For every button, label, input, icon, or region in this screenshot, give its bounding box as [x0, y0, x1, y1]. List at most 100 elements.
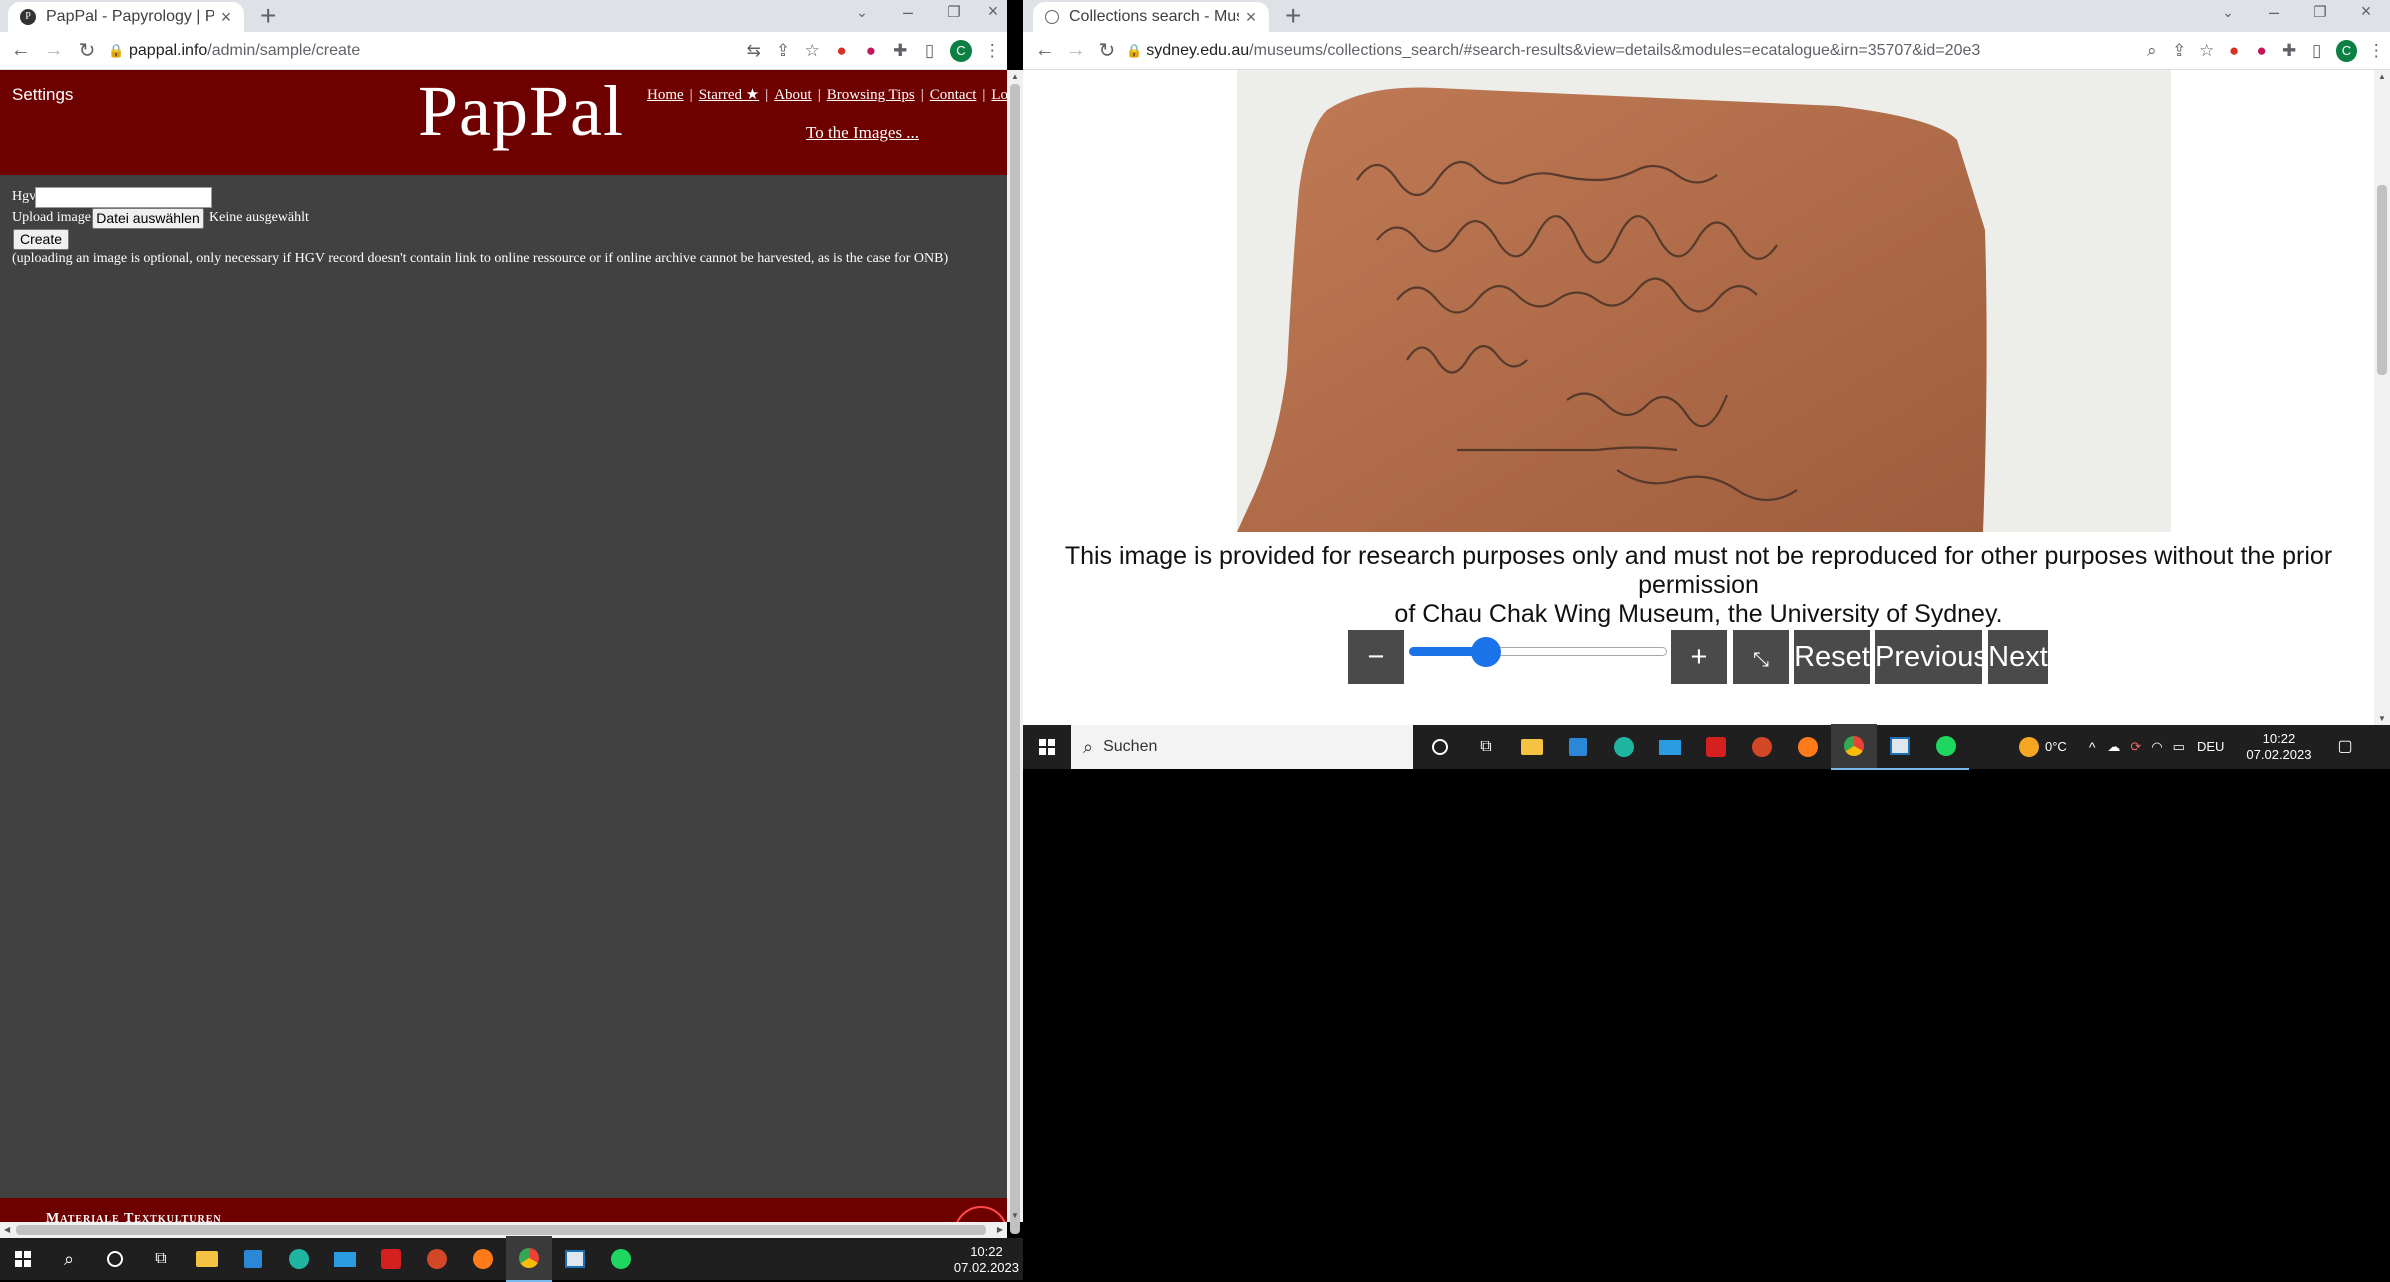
- store-icon[interactable]: [230, 1236, 276, 1282]
- profile-avatar[interactable]: C: [2336, 39, 2357, 62]
- minimize-button[interactable]: –: [888, 2, 928, 23]
- zoom-icon[interactable]: ⌕: [2138, 41, 2165, 61]
- second-clock[interactable]: 10:22 07.02.2023: [2246, 731, 2311, 763]
- back-icon[interactable]: ←: [4, 39, 37, 62]
- close-window-button[interactable]: ×: [980, 1, 1006, 22]
- tab-search-icon[interactable]: ⌄: [2208, 4, 2248, 21]
- right-vertical-scrollbar[interactable]: ▲ ▼: [2374, 70, 2390, 725]
- menu-dots-icon[interactable]: ⋮: [2363, 41, 2390, 61]
- close-window-button[interactable]: ×: [2346, 1, 2386, 22]
- search-icon[interactable]: ⌕: [46, 1236, 92, 1282]
- forward-icon[interactable]: →: [37, 39, 70, 62]
- tray-cloud-icon[interactable]: ☁: [2107, 739, 2120, 755]
- new-tab-button[interactable]: +: [260, 2, 276, 30]
- restore-button[interactable]: ❐: [934, 3, 974, 21]
- share-icon[interactable]: ⇪: [2165, 41, 2192, 61]
- scroll-right-arrow-icon[interactable]: ▶: [997, 1225, 1003, 1234]
- acrobat-icon[interactable]: [368, 1236, 414, 1282]
- reload-icon[interactable]: ↻: [70, 38, 103, 63]
- wifi-icon[interactable]: ◠: [2151, 739, 2162, 755]
- scroll-down-arrow-icon[interactable]: ▼: [2378, 714, 2386, 723]
- mail-icon[interactable]: [1647, 724, 1693, 770]
- powerpoint-icon[interactable]: [414, 1236, 460, 1282]
- acrobat-icon[interactable]: [1693, 724, 1739, 770]
- weather-temp[interactable]: 0°C: [2045, 739, 2067, 755]
- translate-icon[interactable]: ⇆: [739, 41, 768, 61]
- scroll-left-arrow-icon[interactable]: ◀: [4, 1225, 10, 1234]
- task-view-icon[interactable]: ⧉: [138, 1236, 184, 1282]
- right-tab[interactable]: Collections search - Museums - T ×: [1033, 2, 1269, 32]
- main-clock[interactable]: 10:22 07.02.2023: [954, 1244, 1019, 1276]
- scrollbar-thumb[interactable]: [2377, 185, 2387, 375]
- extension-pink-icon[interactable]: ●: [2248, 41, 2275, 61]
- firefox-icon[interactable]: [1785, 724, 1831, 770]
- sidepanel-icon[interactable]: ▯: [2303, 41, 2330, 61]
- app-window-icon[interactable]: [552, 1236, 598, 1282]
- weather-icon[interactable]: [2019, 737, 2039, 757]
- left-tab[interactable]: P PapPal - Papyrology | Paleographi ×: [8, 2, 244, 32]
- cortana-icon[interactable]: [92, 1236, 138, 1282]
- firefox-icon[interactable]: [460, 1236, 506, 1282]
- zoom-in-button[interactable]: +: [1671, 630, 1727, 684]
- sidepanel-icon[interactable]: ▯: [915, 41, 944, 61]
- tray-chevron-icon[interactable]: ^: [2089, 739, 2096, 755]
- tab-search-icon[interactable]: ⌄: [842, 4, 882, 21]
- tab-close-icon[interactable]: ×: [214, 7, 238, 28]
- file-explorer-icon[interactable]: [184, 1236, 230, 1282]
- menu-dots-icon[interactable]: ⋮: [978, 41, 1007, 61]
- previous-button[interactable]: Previous: [1875, 630, 1988, 684]
- slider-thumb[interactable]: [1470, 637, 1501, 667]
- nav-contact[interactable]: Contact: [930, 87, 977, 103]
- new-tab-button[interactable]: +: [1285, 2, 1301, 30]
- language-indicator[interactable]: DEU: [2197, 739, 2224, 755]
- cortana-icon[interactable]: [1417, 724, 1463, 770]
- nav-home[interactable]: Home: [647, 87, 684, 103]
- notification-icon[interactable]: ▢: [2337, 739, 2352, 755]
- chrome-icon[interactable]: [506, 1236, 552, 1282]
- app-window-icon[interactable]: [1877, 724, 1923, 770]
- store-icon[interactable]: [1555, 724, 1601, 770]
- scroll-down-arrow-icon[interactable]: ▼: [1011, 1211, 1019, 1220]
- mail-icon[interactable]: [322, 1236, 368, 1282]
- battery-icon[interactable]: ▭: [2173, 739, 2185, 755]
- nav-browsing-tips[interactable]: Browsing Tips: [827, 87, 915, 103]
- spotify-icon[interactable]: [1923, 724, 1969, 770]
- tab-close-icon[interactable]: ×: [1239, 7, 1263, 28]
- ostracon-image[interactable]: [1237, 70, 2171, 532]
- restore-button[interactable]: ❐: [2300, 3, 2340, 21]
- windows-start-icon[interactable]: [1023, 724, 1071, 770]
- tray-sync-icon[interactable]: ⟳: [2130, 739, 2141, 755]
- scroll-up-arrow-icon[interactable]: ▲: [1011, 72, 1019, 81]
- chrome-icon[interactable]: [1831, 724, 1877, 770]
- forward-icon[interactable]: →: [1060, 39, 1091, 62]
- nav-about[interactable]: About: [774, 87, 812, 103]
- reload-icon[interactable]: ↻: [1091, 38, 1122, 63]
- pappal-logo[interactable]: PapPal: [418, 70, 624, 153]
- scrollbar-thumb[interactable]: [1010, 84, 1020, 1234]
- minimize-button[interactable]: –: [2254, 2, 2294, 23]
- settings-link[interactable]: Settings: [12, 85, 73, 105]
- choose-file-button[interactable]: Datei auswählen: [92, 208, 204, 229]
- extensions-puzzle-icon[interactable]: ✚: [2275, 41, 2302, 61]
- file-explorer-icon[interactable]: [1509, 724, 1555, 770]
- hgv-input[interactable]: [35, 187, 212, 208]
- bookmark-star-icon[interactable]: ☆: [798, 41, 827, 61]
- share-icon[interactable]: ⇪: [768, 41, 797, 61]
- to-the-images-link[interactable]: To the Images ...: [806, 123, 919, 143]
- extension-pink-icon[interactable]: ●: [856, 41, 885, 61]
- taskbar-search-box[interactable]: ⌕ Suchen: [1071, 725, 1413, 769]
- task-view-icon[interactable]: ⧉: [1463, 724, 1509, 770]
- windows-start-icon[interactable]: [0, 1236, 46, 1282]
- reset-button[interactable]: Reset: [1794, 630, 1870, 684]
- address-bar[interactable]: sydney.edu.au/museums/collections_search…: [1146, 42, 1980, 60]
- fit-screen-button[interactable]: ⤡: [1733, 630, 1789, 684]
- next-button[interactable]: Next: [1988, 630, 2048, 684]
- edge-icon[interactable]: [276, 1236, 322, 1282]
- edge-icon[interactable]: [1601, 724, 1647, 770]
- create-button[interactable]: Create: [13, 229, 69, 250]
- extension-red-icon[interactable]: ●: [827, 41, 856, 61]
- zoom-slider[interactable]: [1409, 636, 1667, 667]
- spotify-icon[interactable]: [598, 1236, 644, 1282]
- address-bar[interactable]: pappal.info/admin/sample/create: [129, 42, 715, 60]
- left-vertical-scrollbar[interactable]: ▲ ▼: [1007, 70, 1023, 1234]
